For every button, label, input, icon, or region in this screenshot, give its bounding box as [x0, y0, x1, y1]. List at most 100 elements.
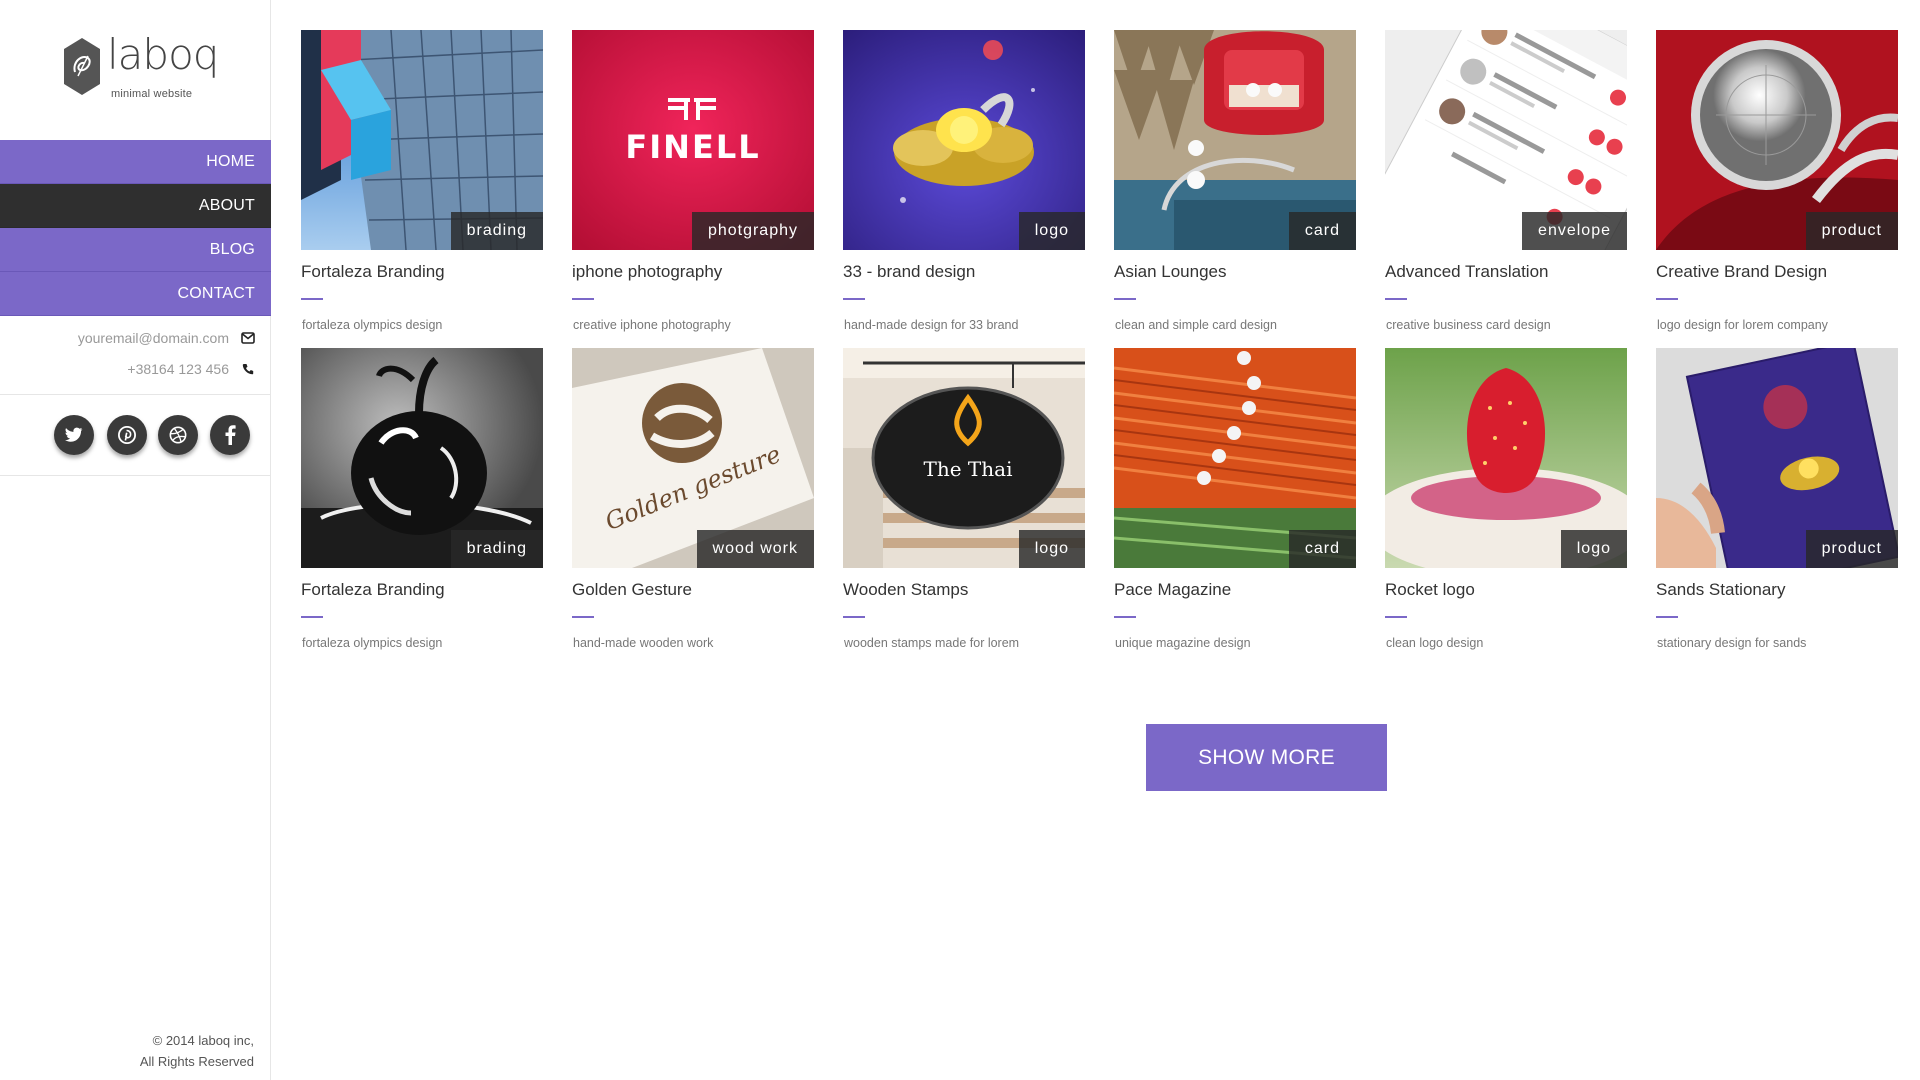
portfolio-thumbnail: product [1656, 348, 1898, 568]
portfolio-item[interactable]: Golden gesture wood work Golden Gesture … [572, 348, 814, 658]
portfolio-description: fortaleza olympics design [302, 318, 443, 332]
portfolio-title[interactable]: iphone photography [572, 262, 722, 282]
main-nav: HOME ABOUT BLOG CONTACT [0, 140, 271, 316]
email-address[interactable]: youremail@domain.com [78, 330, 229, 346]
portfolio-title[interactable]: Fortaleza Branding [301, 580, 445, 600]
portfolio-thumbnail: FINELL photgraphy [572, 30, 814, 250]
twitter-icon [65, 427, 83, 442]
portfolio-description: fortaleza olympics design [302, 636, 443, 650]
copyright: © 2014 laboq inc, All Rights Reserved [140, 1030, 254, 1072]
portfolio-title[interactable]: Advanced Translation [1385, 262, 1549, 282]
portfolio-item[interactable]: envelope Advanced Translation creative b… [1385, 30, 1627, 340]
portfolio-description: logo design for lorem company [1657, 318, 1828, 332]
show-more-button[interactable]: SHOW MORE [1146, 724, 1387, 791]
nav-item-about[interactable]: ABOUT [0, 184, 271, 228]
portfolio-title[interactable]: Fortaleza Branding [301, 262, 445, 282]
sidebar: laboq minimal website HOME ABOUT BLOG CO… [0, 0, 271, 1080]
category-tag: photgraphy [691, 212, 814, 250]
portfolio-thumbnail: envelope [1385, 30, 1627, 250]
title-divider [1114, 298, 1136, 300]
envelope-icon [241, 331, 255, 345]
copyright-line-1: © 2014 laboq inc, [152, 1033, 254, 1048]
portfolio-description: creative business card design [1386, 318, 1551, 332]
title-divider [301, 616, 323, 618]
portfolio-description: creative iphone photography [573, 318, 731, 332]
category-tag: product [1805, 212, 1898, 250]
portfolio-item[interactable]: card Asian Lounges clean and simple card… [1114, 30, 1356, 340]
portfolio-item[interactable]: brading Fortaleza Branding fortaleza oly… [301, 348, 543, 658]
portfolio-thumbnail: The Thai logo [843, 348, 1085, 568]
portfolio-item[interactable]: product Creative Brand Design logo desig… [1656, 30, 1898, 340]
nav-item-blog[interactable]: BLOG [0, 228, 271, 272]
portfolio-thumbnail: brading [301, 348, 543, 568]
category-tag: logo [1560, 530, 1627, 568]
portfolio-item[interactable]: card Pace Magazine unique magazine desig… [1114, 348, 1356, 658]
finell-logo-text: FINELL [625, 128, 760, 166]
portfolio-description: hand-made design for 33 brand [844, 318, 1019, 332]
facebook-button[interactable] [210, 415, 250, 455]
phone-number[interactable]: +38164 123 456 [127, 361, 229, 377]
category-tag: wood work [696, 530, 814, 568]
portfolio-description: unique magazine design [1115, 636, 1251, 650]
portfolio-thumbnail: card [1114, 30, 1356, 250]
the-thai-sign-text: The Thai [924, 457, 1013, 481]
portfolio-title[interactable]: 33 - brand design [843, 262, 975, 282]
category-tag: logo [1018, 212, 1085, 250]
portfolio-item[interactable]: FINELL photgraphy iphone photography cre… [572, 30, 814, 340]
portfolio-title[interactable]: Rocket logo [1385, 580, 1475, 600]
portfolio-item[interactable]: The Thai logo Wooden Stamps wooden stamp… [843, 348, 1085, 658]
title-divider [1385, 298, 1407, 300]
social-links [0, 396, 271, 476]
portfolio-item[interactable]: brading Fortaleza Branding fortaleza oly… [301, 30, 543, 340]
dribbble-icon [169, 426, 187, 444]
category-tag: envelope [1522, 212, 1627, 250]
title-divider [572, 298, 594, 300]
phone-icon [241, 362, 255, 376]
portfolio-title[interactable]: Wooden Stamps [843, 580, 968, 600]
portfolio-description: clean and simple card design [1115, 318, 1277, 332]
brand-tagline: minimal website [111, 88, 193, 100]
title-divider [1114, 616, 1136, 618]
portfolio-thumbnail: Golden gesture wood work [572, 348, 814, 568]
portfolio-description: clean logo design [1386, 636, 1484, 650]
portfolio-title[interactable]: Asian Lounges [1114, 262, 1226, 282]
portfolio-thumbnail: card [1114, 348, 1356, 568]
category-tag: card [1288, 530, 1356, 568]
portfolio-title[interactable]: Creative Brand Design [1656, 262, 1827, 282]
dribbble-button[interactable] [158, 415, 198, 455]
nav-item-contact[interactable]: CONTACT [0, 272, 271, 316]
title-divider [572, 616, 594, 618]
portfolio-title[interactable]: Pace Magazine [1114, 580, 1231, 600]
twitter-button[interactable] [54, 415, 94, 455]
portfolio-thumbnail: product [1656, 30, 1898, 250]
logo-hexagon-icon [64, 38, 100, 95]
portfolio-thumbnail: logo [843, 30, 1085, 250]
portfolio-thumbnail: brading [301, 30, 543, 250]
portfolio-description: stationary design for sands [1657, 636, 1807, 650]
contact-phone: +38164 123 456 [127, 361, 255, 377]
pinterest-button[interactable] [107, 415, 147, 455]
category-tag: logo [1018, 530, 1085, 568]
site-logo[interactable]: laboq minimal website [62, 30, 222, 106]
title-divider [301, 298, 323, 300]
portfolio-item[interactable]: logo Rocket logo clean logo design [1385, 348, 1627, 658]
category-tag: card [1288, 212, 1356, 250]
portfolio-description: hand-made wooden work [573, 636, 714, 650]
title-divider [1656, 616, 1678, 618]
portfolio-title[interactable]: Sands Stationary [1656, 580, 1785, 600]
portfolio-item[interactable]: logo 33 - brand design hand-made design … [843, 30, 1085, 340]
nav-item-home[interactable]: HOME [0, 140, 271, 184]
category-tag: product [1805, 530, 1898, 568]
portfolio-item[interactable]: product Sands Stationary stationary desi… [1656, 348, 1898, 658]
contact-email: youremail@domain.com [78, 330, 255, 346]
title-divider [1656, 298, 1678, 300]
portfolio-title[interactable]: Golden Gesture [572, 580, 692, 600]
brand-name: laboq [107, 30, 219, 79]
portfolio-thumbnail: logo [1385, 348, 1627, 568]
pinterest-icon [118, 426, 136, 444]
copyright-line-2: All Rights Reserved [139, 1054, 254, 1069]
contact-info: youremail@domain.com +38164 123 456 [0, 318, 271, 395]
title-divider [843, 298, 865, 300]
category-tag: brading [450, 530, 543, 568]
title-divider [843, 616, 865, 618]
